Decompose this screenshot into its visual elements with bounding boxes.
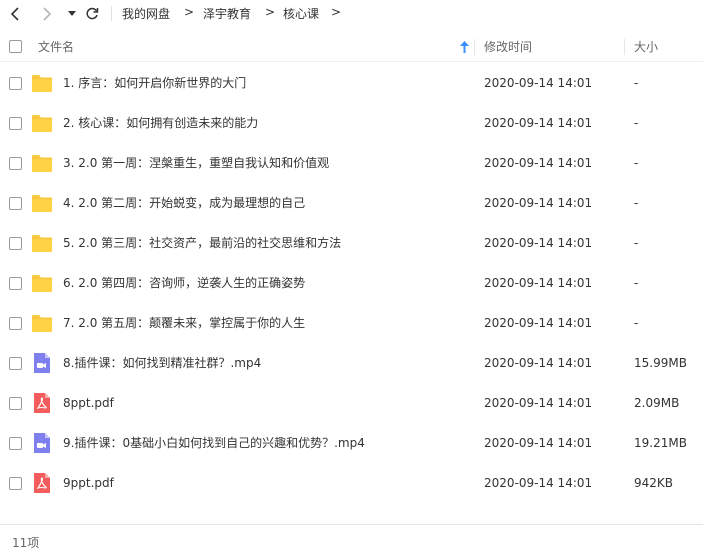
file-modified-date: 2020-09-14 14:01 [484,196,593,210]
file-name[interactable]: 9.插件课：0基础小白如何找到自己的兴趣和优势？.mp4 [63,423,365,463]
file-row[interactable]: 8.插件课：如何找到精准社群？.mp4 2020-09-14 14:01 15.99… [0,343,703,383]
folder-icon [31,113,53,133]
file-row[interactable]: 9ppt.pdf 2020-09-14 14:01 942KB [0,463,703,503]
file-name[interactable]: 6. 2.0 第四周：咨询师，逆袭人生的正确姿势 [63,263,305,303]
file-modified-date: 2020-09-14 14:01 [484,316,593,330]
file-size: - [634,316,639,330]
file-modified-date: 2020-09-14 14:01 [484,156,593,170]
item-count: 11项 [12,536,40,550]
file-modified-date: 2020-09-14 14:01 [484,436,593,450]
file-size: - [634,156,639,170]
file-row[interactable]: 7. 2.0 第五周：颠覆未来，掌控属于你的人生 2020-09-14 14:01… [0,303,703,343]
file-size: - [634,236,639,250]
file-size: - [634,76,639,90]
file-row[interactable]: 5. 2.0 第三周：社交资产，最前沿的社交思维和方法 2020-09-14 14… [0,223,703,263]
column-header-modified[interactable]: 修改时间 [484,32,532,62]
file-name[interactable]: 8ppt.pdf [63,383,114,423]
chevron-left-icon [10,7,19,21]
breadcrumb-separator: > [331,5,342,19]
file-name[interactable]: 3. 2.0 第一周：涅槃重生，重塑自我认知和价值观 [63,143,329,183]
row-checkbox[interactable] [9,437,22,450]
folder-icon [31,73,53,93]
refresh-icon [86,7,99,20]
row-checkbox[interactable] [9,197,22,210]
file-size: - [634,196,639,210]
file-row[interactable]: 2. 核心课：如何拥有创造未来的能力 2020-09-14 14:01 - [0,103,703,143]
file-name[interactable]: 5. 2.0 第三周：社交资产，最前沿的社交思维和方法 [63,223,341,263]
row-checkbox[interactable] [9,277,22,290]
column-divider[interactable] [624,39,625,55]
row-checkbox[interactable] [9,317,22,330]
folder-icon [31,313,53,333]
select-all-checkbox[interactable] [9,40,22,53]
file-row[interactable]: 1. 序言：如何开启你新世界的大门 2020-09-14 14:01 - [0,63,703,103]
file-row[interactable]: 6. 2.0 第四周：咨询师，逆袭人生的正确姿势 2020-09-14 14:01… [0,263,703,303]
file-size: - [634,116,639,130]
file-row[interactable]: 8ppt.pdf 2020-09-14 14:01 2.09MB [0,383,703,423]
breadcrumb-item-zeyu[interactable]: 泽宇教育 [203,5,251,22]
file-modified-date: 2020-09-14 14:01 [484,356,593,370]
row-checkbox[interactable] [9,357,22,370]
row-checkbox[interactable] [9,397,22,410]
file-row[interactable]: 9.插件课：0基础小白如何找到自己的兴趣和优势？.mp4 2020-09-14 1… [0,423,703,463]
file-size: 942KB [634,476,674,490]
file-list-header: 文件名 修改时间 大小 [0,32,703,62]
file-size: 15.99MB [634,356,687,370]
refresh-button[interactable] [82,4,102,24]
row-checkbox[interactable] [9,157,22,170]
file-modified-date: 2020-09-14 14:01 [484,476,593,490]
row-checkbox[interactable] [9,477,22,490]
file-modified-date: 2020-09-14 14:01 [484,116,593,130]
folder-icon [31,233,53,253]
file-modified-date: 2020-09-14 14:01 [484,76,593,90]
file-row[interactable]: 3. 2.0 第一周：涅槃重生，重塑自我认知和价值观 2020-09-14 14:… [0,143,703,183]
forward-button[interactable] [36,4,56,24]
video-file-icon [31,353,53,373]
folder-icon [31,193,53,213]
file-modified-date: 2020-09-14 14:01 [484,236,593,250]
file-modified-date: 2020-09-14 14:01 [484,276,593,290]
file-name[interactable]: 7. 2.0 第五周：颠覆未来，掌控属于你的人生 [63,303,305,343]
file-size: 2.09MB [634,396,680,410]
breadcrumb-separator: > [265,5,276,19]
video-file-icon [31,433,53,453]
back-button[interactable] [6,4,26,24]
history-dropdown-button[interactable] [62,4,82,24]
footer-divider [0,524,703,525]
toolbar: 我的网盘 > 泽宇教育 > 核心课 > [0,0,703,27]
folder-icon [31,273,53,293]
row-checkbox[interactable] [9,77,22,90]
row-checkbox[interactable] [9,117,22,130]
file-row[interactable]: 4. 2.0 第二周：开始蜕变，成为最理想的自己 2020-09-14 14:01… [0,183,703,223]
file-name[interactable]: 4. 2.0 第二周：开始蜕变，成为最理想的自己 [63,183,305,223]
file-name[interactable]: 9ppt.pdf [63,463,114,503]
column-header-size[interactable]: 大小 [634,32,658,62]
file-name[interactable]: 2. 核心课：如何拥有创造未来的能力 [63,103,258,143]
breadcrumb-separator: > [184,5,195,19]
file-name[interactable]: 8.插件课：如何找到精准社群？.mp4 [63,343,261,383]
breadcrumb-item-current[interactable]: 核心课 [283,5,319,22]
pdf-file-icon [31,473,53,493]
folder-icon [31,153,53,173]
file-name[interactable]: 1. 序言：如何开启你新世界的大门 [63,63,246,103]
column-divider[interactable] [474,39,475,55]
file-size: 19.21MB [634,436,687,450]
file-modified-date: 2020-09-14 14:01 [484,396,593,410]
caret-down-icon [68,11,76,16]
row-checkbox[interactable] [9,237,22,250]
toolbar-divider [111,6,112,21]
breadcrumb-item-root[interactable]: 我的网盘 [122,5,170,22]
chevron-right-icon [43,7,52,21]
file-size: - [634,276,639,290]
sort-arrow-up-icon[interactable] [460,41,469,53]
column-header-name[interactable]: 文件名 [38,32,74,62]
pdf-file-icon [31,393,53,413]
